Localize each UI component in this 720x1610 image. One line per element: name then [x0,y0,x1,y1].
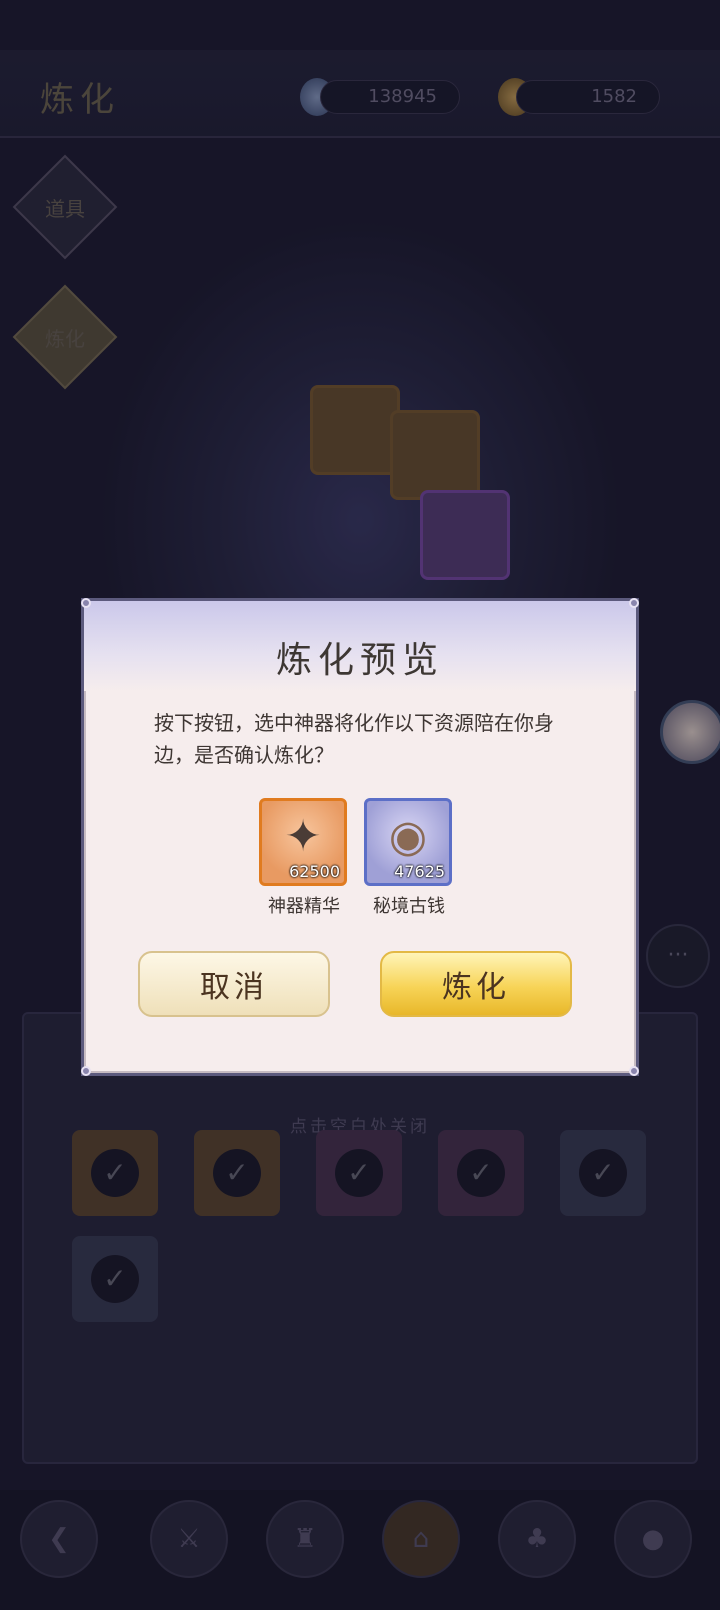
refine-confirm-button[interactable]: 炼化 [380,951,572,1017]
reward-name: 神器精华 [268,896,340,917]
ancient-coin-icon: ◉ 47625 [364,798,452,886]
refine-preview-dialog: 炼化预览 按下按钮，选中神器将化作以下资源陪在你身边，是否确认炼化？ ✦ 625… [81,598,639,1076]
corner-ornament [629,598,639,608]
reward-count: 62500 [289,862,340,881]
reward-glyph: ✦ [284,811,322,862]
reward-name: 秘境古钱 [373,896,445,917]
cancel-button[interactable]: 取消 [138,951,330,1017]
reward-item[interactable]: ◉ 47625 秘境古钱 [364,798,454,918]
reward-glyph: ◉ [388,811,428,862]
artifact-essence-icon: ✦ 62500 [259,798,347,886]
dialog-title: 炼化预览 [275,640,444,681]
reward-count: 47625 [394,862,445,881]
reward-item[interactable]: ✦ 62500 神器精华 [259,798,349,918]
corner-ornament [629,1066,639,1076]
corner-ornament [81,598,91,608]
dialog-message: 按下按钮，选中神器将化作以下资源陪在你身边，是否确认炼化？ [154,711,554,767]
corner-ornament [81,1066,91,1076]
